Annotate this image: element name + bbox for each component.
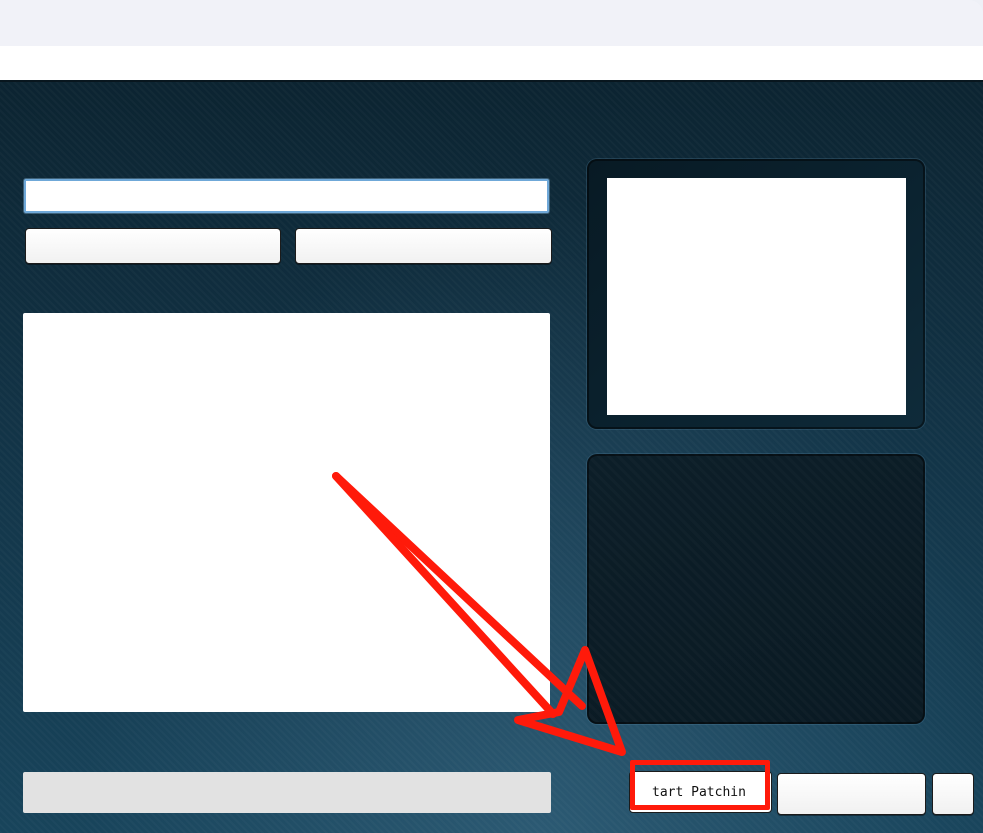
detect-button[interactable] (295, 228, 552, 264)
window-title-bar (0, 0, 983, 46)
preview-panel (587, 159, 925, 429)
start-patching-button[interactable]: tart Patchin (629, 771, 772, 813)
browse-button[interactable] (25, 228, 281, 264)
options-button[interactable] (777, 773, 926, 815)
file-path-input[interactable] (24, 179, 549, 213)
patcher-app-window: tart Patchin (0, 80, 983, 833)
start-patching-label: tart Patchin (652, 784, 746, 800)
window-toolbar-strip (0, 46, 983, 80)
progress-bar (23, 772, 551, 813)
extra-button[interactable] (932, 773, 974, 815)
log-output-area[interactable] (23, 313, 550, 712)
info-panel (587, 454, 925, 724)
preview-image (607, 178, 906, 415)
